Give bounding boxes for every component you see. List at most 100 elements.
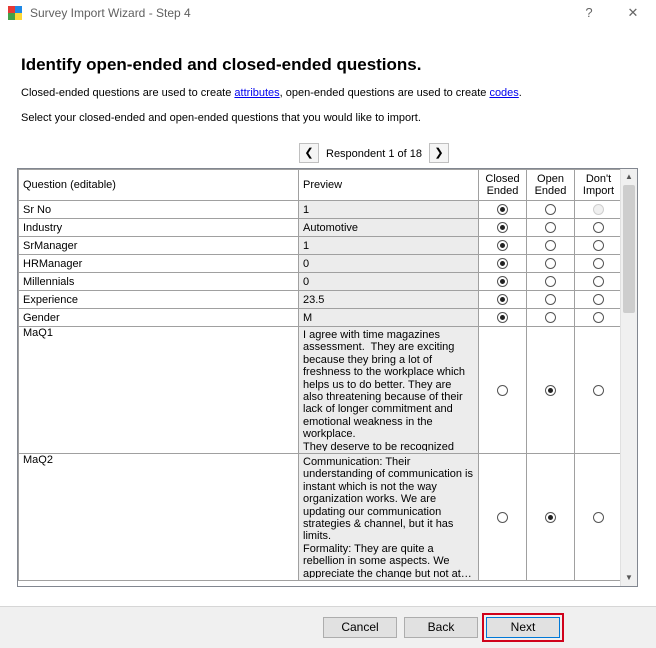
questions-grid[interactable]: Question (editable) Preview Closed Ended … — [17, 168, 638, 587]
preview-text: I agree with time magazines assessment. … — [303, 329, 466, 451]
header-preview[interactable]: Preview — [298, 169, 479, 201]
header-closed-line1: Closed — [485, 173, 520, 185]
open-cell — [526, 308, 575, 327]
open-cell — [526, 218, 575, 237]
previous-respondent-button[interactable]: ❮ — [299, 143, 319, 163]
closed-ended-radio[interactable] — [497, 240, 508, 252]
closed-ended-radio[interactable] — [497, 204, 508, 216]
scroll-up-arrow-icon[interactable]: ▲ — [624, 171, 634, 183]
table-row: SrManager 1 — [18, 236, 623, 255]
closed-cell — [478, 290, 527, 309]
questions-table: Question (editable) Preview Closed Ended … — [18, 169, 623, 581]
dont-import-radio[interactable] — [593, 258, 604, 270]
dont-cell — [574, 290, 623, 309]
closed-ended-radio[interactable] — [497, 384, 508, 396]
open-cell — [526, 290, 575, 309]
page-heading: Identify open-ended and closed-ended que… — [21, 55, 422, 74]
closed-ended-radio[interactable] — [497, 312, 508, 324]
dont-import-radio[interactable] — [593, 384, 604, 396]
open-ended-radio[interactable] — [545, 222, 556, 234]
question-cell[interactable]: MaQ1 — [18, 326, 299, 454]
next-respondent-button[interactable]: ❯ — [429, 143, 449, 163]
closed-cell — [478, 326, 527, 454]
closed-ended-radio[interactable] — [497, 294, 508, 306]
dont-cell — [574, 308, 623, 327]
question-cell[interactable]: MaQ2 — [18, 453, 299, 581]
header-open-ended[interactable]: Open Ended — [526, 169, 575, 201]
header-question[interactable]: Question (editable) — [18, 169, 299, 201]
dont-import-radio[interactable] — [593, 312, 604, 324]
header-dont-line2: Import — [582, 185, 615, 197]
preview-cell: 23.5 — [298, 290, 479, 309]
attributes-link[interactable]: attributes — [234, 87, 279, 99]
question-cell[interactable]: SrManager — [18, 236, 299, 255]
scroll-down-arrow-icon[interactable]: ▼ — [624, 572, 634, 584]
preview-cell: Automotive — [298, 218, 479, 237]
window-title: Survey Import Wizard - Step 4 — [30, 6, 191, 20]
dont-cell — [574, 218, 623, 237]
table-row: Gender M — [18, 308, 623, 327]
table-row: Industry Automotive — [18, 218, 623, 237]
preview-text: Communication: Their understanding of co… — [303, 456, 473, 578]
dont-import-radio[interactable] — [593, 222, 604, 234]
title-bar: Survey Import Wizard - Step 4 ? ✕ — [0, 0, 656, 26]
question-cell[interactable]: Gender — [18, 308, 299, 327]
open-ended-radio[interactable] — [545, 384, 556, 396]
closed-cell — [478, 236, 527, 255]
open-cell — [526, 453, 575, 581]
table-row: HRManager 0 — [18, 254, 623, 273]
table-row: Millennials 0 — [18, 272, 623, 291]
description: Closed-ended questions are used to creat… — [21, 87, 522, 99]
dont-import-radio[interactable] — [593, 240, 604, 252]
codes-link[interactable]: codes — [489, 87, 518, 99]
dont-import-radio[interactable] — [593, 276, 604, 288]
question-cell[interactable]: Experience — [18, 290, 299, 309]
table-row: MaQ2 Communication: Their understanding o… — [18, 453, 623, 581]
closed-ended-radio[interactable] — [497, 511, 508, 523]
question-cell[interactable]: Millennials — [18, 272, 299, 291]
header-open-line2: Ended — [534, 185, 567, 197]
help-button[interactable]: ? — [578, 4, 600, 22]
chevron-right-icon: ❯ — [434, 147, 444, 159]
question-cell[interactable]: Sr No — [18, 200, 299, 219]
open-cell — [526, 200, 575, 219]
open-ended-radio[interactable] — [545, 511, 556, 523]
chevron-left-icon: ❮ — [304, 147, 314, 159]
open-ended-radio[interactable] — [545, 204, 556, 216]
closed-ended-radio[interactable] — [497, 222, 508, 234]
dont-cell — [574, 236, 623, 255]
question-cell[interactable]: HRManager — [18, 254, 299, 273]
open-cell — [526, 272, 575, 291]
closed-ended-radio[interactable] — [497, 276, 508, 288]
closed-cell — [478, 218, 527, 237]
open-ended-radio[interactable] — [545, 240, 556, 252]
scrollbar-thumb[interactable] — [623, 185, 635, 313]
header-dont-import[interactable]: Don't Import — [574, 169, 623, 201]
instruction-text: Select your closed-ended and open-ended … — [21, 112, 421, 124]
vertical-scrollbar[interactable]: ▲ ▼ — [620, 169, 637, 586]
back-button[interactable]: Back — [404, 617, 478, 638]
open-ended-radio[interactable] — [545, 294, 556, 306]
open-ended-radio[interactable] — [545, 276, 556, 288]
description-text-1: Closed-ended questions are used to creat… — [21, 87, 235, 99]
closed-ended-radio[interactable] — [497, 258, 508, 270]
preview-cell: 0 — [298, 272, 479, 291]
open-cell — [526, 236, 575, 255]
dont-import-radio[interactable] — [593, 511, 604, 523]
header-open-line1: Open — [537, 173, 564, 185]
header-closed-ended[interactable]: Closed Ended — [478, 169, 527, 201]
open-ended-radio[interactable] — [545, 312, 556, 324]
dont-cell — [574, 453, 623, 581]
dont-import-radio[interactable] — [593, 294, 604, 306]
respondent-label: Respondent 1 of 18 — [326, 148, 423, 160]
table-row: Experience 23.5 — [18, 290, 623, 309]
cancel-button[interactable]: Cancel — [323, 617, 397, 638]
closed-cell — [478, 200, 527, 219]
question-cell[interactable]: Industry — [18, 218, 299, 237]
close-button[interactable]: ✕ — [622, 4, 644, 22]
open-ended-radio[interactable] — [545, 258, 556, 270]
table-row: Sr No 1 — [18, 200, 623, 219]
open-cell — [526, 254, 575, 273]
preview-cell: 0 — [298, 254, 479, 273]
preview-cell: 1 — [298, 200, 479, 219]
